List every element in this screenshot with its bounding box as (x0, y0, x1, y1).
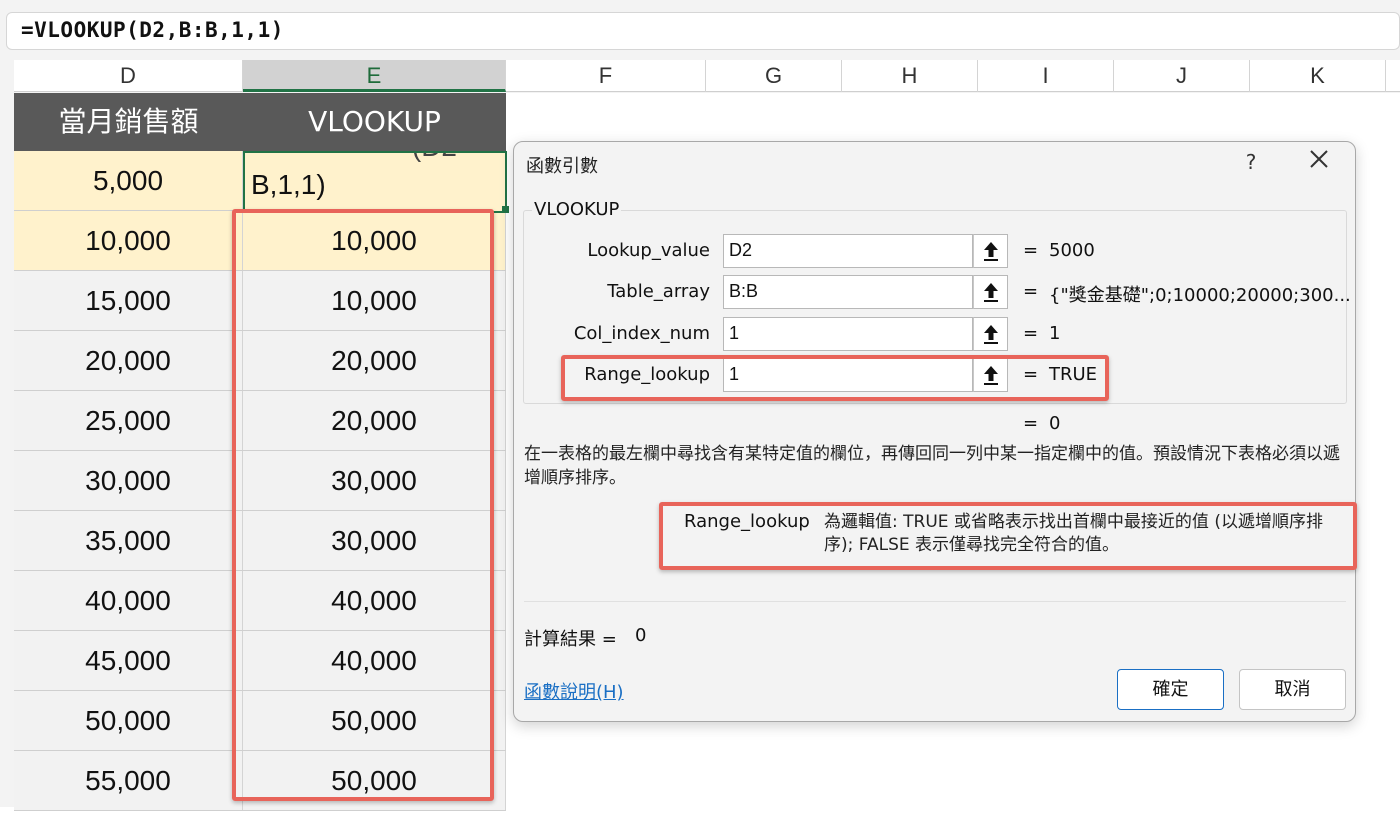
cell-d[interactable]: 50,000 (14, 691, 243, 750)
cell-d[interactable]: 15,000 (14, 271, 243, 330)
calc-result-label: 計算結果 = (524, 629, 617, 650)
arg-result: 5000 (1049, 240, 1095, 261)
function-description: 在一表格的最左欄中尋找含有某特定值的欄位，再傳回同一列中某一指定欄中的值。預設情… (524, 444, 1340, 488)
arg-row-col-index-num: Col_index_num 1 = 1 (514, 317, 1357, 353)
col-index-num-input[interactable]: 1 (723, 317, 973, 351)
collapse-dialog-button[interactable] (973, 275, 1008, 309)
column-header-k[interactable]: K (1250, 60, 1386, 92)
equals-sign: = (1023, 323, 1039, 344)
lookup-value-input[interactable]: D2 (723, 234, 973, 268)
function-help-link[interactable]: 函數說明(H) (524, 678, 624, 704)
close-button[interactable] (1306, 148, 1332, 174)
column-headers: D E F G H I J K (14, 60, 1400, 92)
header-cell-sales[interactable]: 當月銷售額 (14, 93, 243, 151)
column-header-g[interactable]: G (706, 60, 842, 92)
function-arguments-dialog: 函數引數 ? VLOOKUP Lookup_value D2 = 5000 Ta… (513, 141, 1357, 722)
cancel-button[interactable]: 取消 (1239, 669, 1346, 710)
arrow-up-icon (983, 242, 998, 261)
equals-sign: = (1023, 240, 1039, 261)
cell-d[interactable]: 40,000 (14, 571, 243, 630)
annotation-highlight-range-lookup (561, 355, 1109, 401)
cell-d[interactable]: 45,000 (14, 631, 243, 690)
equals-sign: = (1023, 281, 1039, 302)
column-header-i[interactable]: I (978, 60, 1114, 92)
equals-sign: = (1023, 413, 1039, 434)
formula-text[interactable]: =VLOOKUP(D2,B:B,1,1) (21, 18, 284, 42)
cell-d[interactable]: 55,000 (14, 751, 243, 810)
annotation-highlight-param (659, 502, 1357, 570)
help-button[interactable]: ? (1239, 150, 1263, 174)
fill-handle[interactable] (502, 206, 509, 213)
table-array-input[interactable]: B:B (723, 275, 973, 309)
arg-result: 1 (1049, 323, 1061, 344)
header-cell-vlookup[interactable]: VLOOKUP (243, 93, 506, 151)
function-name: VLOOKUP (532, 199, 622, 220)
column-header-j[interactable]: J (1114, 60, 1250, 92)
formula-bar[interactable]: =VLOOKUP(D2,B:B,1,1) (6, 12, 1400, 50)
cell-d[interactable]: 30,000 (14, 451, 243, 510)
collapse-dialog-button[interactable] (973, 234, 1008, 268)
edit-overflow-text: (D2 (412, 153, 457, 163)
column-header-e[interactable]: E (243, 60, 506, 92)
calc-result-value: 0 (635, 625, 647, 646)
arrow-up-icon (983, 325, 998, 344)
column-header-d[interactable]: D (14, 60, 243, 92)
arg-label: Col_index_num (573, 323, 710, 344)
table-header-row: 當月銷售額 VLOOKUP (14, 93, 506, 151)
arg-result: {"獎金基礎";0;10000;20000;300... (1049, 285, 1351, 306)
collapse-dialog-button[interactable] (973, 317, 1008, 351)
formula-result: 0 (1049, 413, 1061, 434)
cell-d[interactable]: 5,000 (14, 151, 243, 210)
edit-text[interactable]: B,1,1) (251, 169, 326, 201)
cell-d[interactable]: 10,000 (14, 211, 243, 270)
annotation-highlight-results (232, 209, 494, 801)
arg-row-lookup-value: Lookup_value D2 = 5000 (514, 234, 1357, 270)
arg-label: Table_array (607, 281, 710, 302)
cell-d[interactable]: 20,000 (14, 331, 243, 390)
arrow-up-icon (983, 283, 998, 302)
column-header-f[interactable]: F (506, 60, 706, 92)
cell-d[interactable]: 35,000 (14, 511, 243, 570)
arg-label: Lookup_value (587, 240, 710, 261)
active-cell-editor[interactable]: (D2 B,1,1) (243, 151, 507, 213)
arg-row-table-array: Table_array B:B = {"獎金基礎";0;10000;20000;… (514, 275, 1357, 311)
column-header-h[interactable]: H (842, 60, 978, 92)
cell-d[interactable]: 25,000 (14, 391, 243, 450)
dialog-title: 函數引數 (526, 156, 598, 177)
divider (524, 601, 1346, 602)
close-icon (1310, 150, 1328, 168)
ok-button[interactable]: 確定 (1117, 669, 1224, 710)
